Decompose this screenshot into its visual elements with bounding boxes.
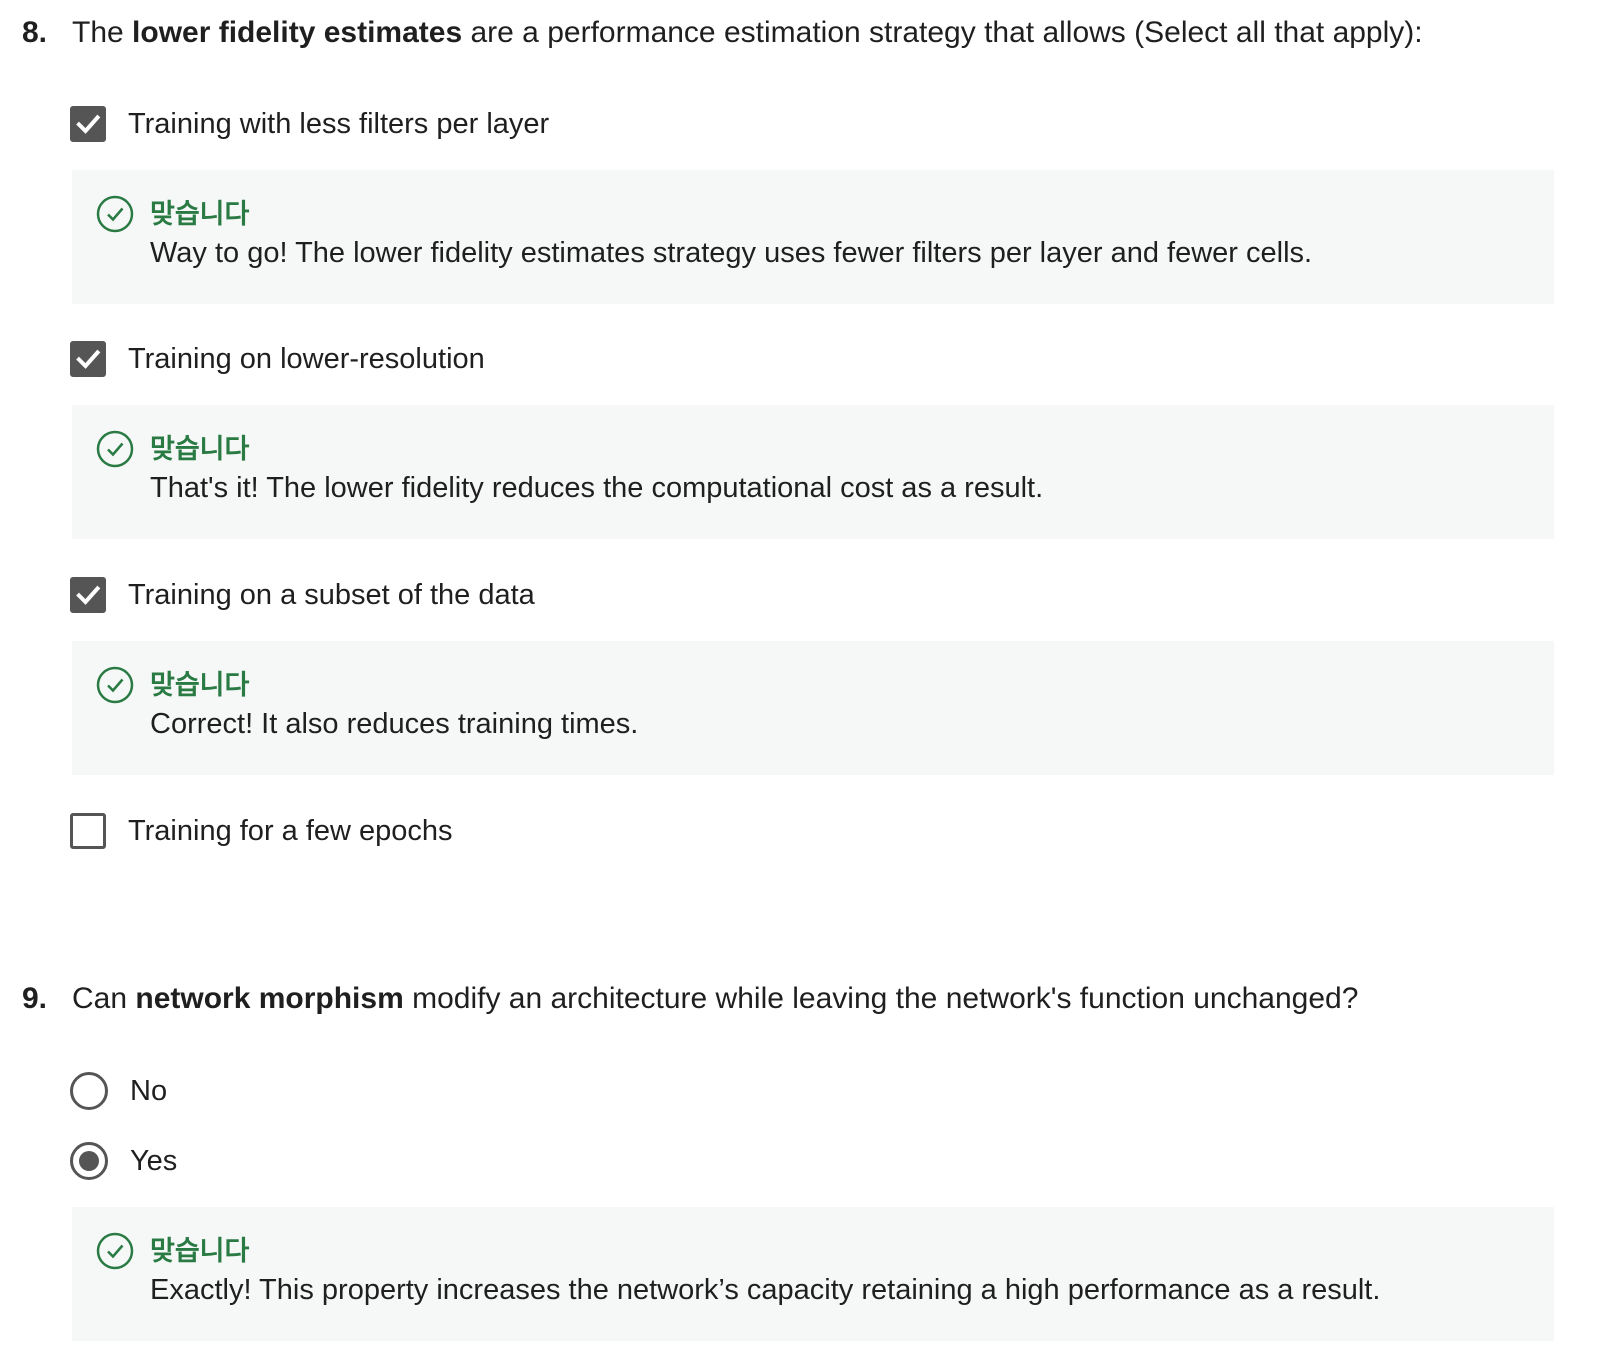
option-checkbox-lower-resolution[interactable]: Training on lower-resolution [70, 339, 485, 379]
check-circle-icon [96, 666, 134, 704]
feedback-text: Way to go! The lower fidelity estimates … [150, 237, 1313, 269]
feedback-title: 맞습니다 [150, 199, 250, 230]
option-label: Training on a subset of the data [128, 578, 535, 611]
feedback-text: Exactly! This property increases the net… [150, 1274, 1381, 1306]
option-label: Training for a few epochs [128, 814, 453, 847]
feedback-title: 맞습니다 [150, 1236, 250, 1267]
feedback-title: 맞습니다 [150, 434, 250, 465]
question-text: Can network morphism modify an architect… [72, 982, 1359, 1015]
feedback-box: 맞습니다 That's it! The lower fidelity reduc… [72, 405, 1554, 539]
option-label: Training on lower-resolution [128, 342, 485, 375]
checkmark-icon [76, 585, 101, 605]
checkbox-checked[interactable] [70, 341, 106, 377]
radio-selected[interactable] [70, 1142, 108, 1180]
option-radio-yes[interactable]: Yes [70, 1141, 177, 1181]
checkmark-icon [76, 349, 101, 369]
option-checkbox-subset-data[interactable]: Training on a subset of the data [70, 575, 535, 615]
radio-unselected[interactable] [70, 1072, 108, 1110]
feedback-text: That's it! The lower fidelity reduces th… [150, 472, 1044, 504]
question-keyword: network morphism [135, 982, 404, 1015]
checkmark-icon [76, 114, 101, 134]
feedback-text: Correct! It also reduces training times. [150, 708, 639, 740]
option-label: Yes [130, 1144, 178, 1177]
question-text: The lower fidelity estimates are a perfo… [72, 16, 1423, 49]
checkbox-checked[interactable] [70, 106, 106, 142]
feedback-box: 맞습니다 Exactly! This property increases th… [72, 1207, 1554, 1341]
option-checkbox-less-filters[interactable]: Training with less filters per layer [70, 104, 549, 144]
option-label: No [130, 1074, 168, 1107]
checkbox-checked[interactable] [70, 577, 106, 613]
question-number: 8. [22, 16, 48, 49]
checkbox-unchecked[interactable] [70, 813, 106, 849]
option-radio-no[interactable]: No [70, 1071, 167, 1111]
option-label: Training with less filters per layer [128, 107, 550, 140]
feedback-title: 맞습니다 [150, 670, 250, 701]
feedback-box: 맞습니다 Correct! It also reduces training t… [72, 641, 1554, 775]
check-circle-icon [96, 1232, 134, 1270]
question-9-prompt: 9. Can network morphism modify an archit… [22, 981, 1358, 1017]
question-number: 9. [22, 982, 48, 1015]
question-8-prompt: 8. The lower fidelity estimates are a pe… [22, 15, 1423, 51]
check-circle-icon [96, 430, 134, 468]
option-checkbox-few-epochs[interactable]: Training for a few epochs [70, 811, 453, 851]
feedback-box: 맞습니다 Way to go! The lower fidelity estim… [72, 170, 1554, 304]
check-circle-icon [96, 195, 134, 233]
question-keyword: lower fidelity estimates [132, 16, 463, 49]
radio-dot [79, 1151, 99, 1171]
